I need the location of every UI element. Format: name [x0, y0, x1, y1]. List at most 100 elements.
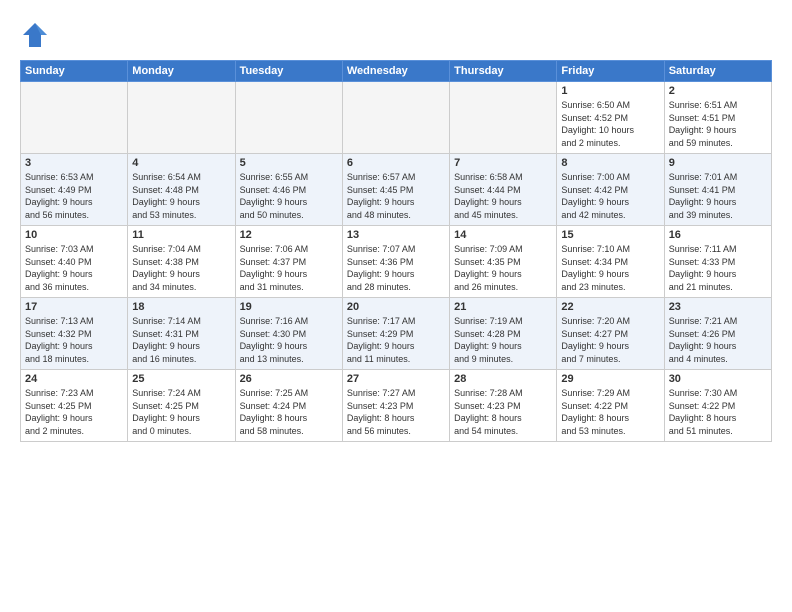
calendar-day-cell: 29 Sunrise: 7:29 AM Sunset: 4:22 PM Dayli… — [557, 370, 664, 442]
day-info: Sunrise: 7:19 AM Sunset: 4:28 PM Dayligh… — [454, 315, 552, 365]
calendar-day-cell: 19 Sunrise: 7:16 AM Sunset: 4:30 PM Dayli… — [235, 298, 342, 370]
calendar-day-cell: 8 Sunrise: 7:00 AM Sunset: 4:42 PM Daylig… — [557, 154, 664, 226]
day-number: 10 — [25, 229, 123, 241]
day-info: Sunrise: 7:24 AM Sunset: 4:25 PM Dayligh… — [132, 387, 230, 437]
day-number: 30 — [669, 373, 767, 385]
calendar-day-cell — [21, 82, 128, 154]
calendar-day-cell: 10 Sunrise: 7:03 AM Sunset: 4:40 PM Dayli… — [21, 226, 128, 298]
calendar-day-cell: 2 Sunrise: 6:51 AM Sunset: 4:51 PM Daylig… — [664, 82, 771, 154]
day-info: Sunrise: 7:07 AM Sunset: 4:36 PM Dayligh… — [347, 243, 445, 293]
calendar-day-cell: 6Sunrise: 6:57 AM Sunset: 4:45 PM Daylig… — [342, 154, 449, 226]
weekday-header-sunday: Sunday — [21, 61, 128, 82]
day-number: 1 — [561, 85, 659, 97]
calendar-day-cell: 25 Sunrise: 7:24 AM Sunset: 4:25 PM Dayli… — [128, 370, 235, 442]
calendar-week-row: 10 Sunrise: 7:03 AM Sunset: 4:40 PM Dayli… — [21, 226, 772, 298]
calendar-day-cell: 9 Sunrise: 7:01 AM Sunset: 4:41 PM Daylig… — [664, 154, 771, 226]
day-number: 26 — [240, 373, 338, 385]
calendar-table: SundayMondayTuesdayWednesdayThursdayFrid… — [20, 60, 772, 442]
day-info: Sunrise: 6:57 AM Sunset: 4:45 PM Dayligh… — [347, 171, 445, 221]
calendar-day-cell: 1Sunrise: 6:50 AM Sunset: 4:52 PM Daylig… — [557, 82, 664, 154]
day-info: Sunrise: 7:03 AM Sunset: 4:40 PM Dayligh… — [25, 243, 123, 293]
day-info: Sunrise: 7:09 AM Sunset: 4:35 PM Dayligh… — [454, 243, 552, 293]
day-number: 13 — [347, 229, 445, 241]
day-number: 9 — [669, 157, 767, 169]
calendar-day-cell: 26 Sunrise: 7:25 AM Sunset: 4:24 PM Dayli… — [235, 370, 342, 442]
logo-icon — [20, 20, 50, 50]
day-info: Sunrise: 7:10 AM Sunset: 4:34 PM Dayligh… — [561, 243, 659, 293]
day-info: Sunrise: 6:53 AM Sunset: 4:49 PM Dayligh… — [25, 171, 123, 221]
day-info: Sunrise: 7:14 AM Sunset: 4:31 PM Dayligh… — [132, 315, 230, 365]
calendar-day-cell: 11 Sunrise: 7:04 AM Sunset: 4:38 PM Dayli… — [128, 226, 235, 298]
calendar-day-cell: 23Sunrise: 7:21 AM Sunset: 4:26 PM Dayli… — [664, 298, 771, 370]
weekday-header-friday: Friday — [557, 61, 664, 82]
day-number: 5 — [240, 157, 338, 169]
day-number: 25 — [132, 373, 230, 385]
calendar-day-cell: 16Sunrise: 7:11 AM Sunset: 4:33 PM Dayli… — [664, 226, 771, 298]
calendar-week-row: 3Sunrise: 6:53 AM Sunset: 4:49 PM Daylig… — [21, 154, 772, 226]
page: SundayMondayTuesdayWednesdayThursdayFrid… — [0, 0, 792, 612]
weekday-header-thursday: Thursday — [450, 61, 557, 82]
day-info: Sunrise: 7:11 AM Sunset: 4:33 PM Dayligh… — [669, 243, 767, 293]
day-number: 20 — [347, 301, 445, 313]
logo — [20, 20, 54, 50]
calendar-day-cell: 27Sunrise: 7:27 AM Sunset: 4:23 PM Dayli… — [342, 370, 449, 442]
day-number: 15 — [561, 229, 659, 241]
day-info: Sunrise: 6:51 AM Sunset: 4:51 PM Dayligh… — [669, 99, 767, 149]
calendar-day-cell: 18 Sunrise: 7:14 AM Sunset: 4:31 PM Dayli… — [128, 298, 235, 370]
weekday-header-monday: Monday — [128, 61, 235, 82]
calendar-day-cell: 5Sunrise: 6:55 AM Sunset: 4:46 PM Daylig… — [235, 154, 342, 226]
day-number: 4 — [132, 157, 230, 169]
day-info: Sunrise: 6:54 AM Sunset: 4:48 PM Dayligh… — [132, 171, 230, 221]
calendar-week-row: 17 Sunrise: 7:13 AM Sunset: 4:32 PM Dayli… — [21, 298, 772, 370]
calendar-day-cell — [128, 82, 235, 154]
day-info: Sunrise: 6:58 AM Sunset: 4:44 PM Dayligh… — [454, 171, 552, 221]
day-number: 22 — [561, 301, 659, 313]
day-number: 23 — [669, 301, 767, 313]
day-info: Sunrise: 7:23 AM Sunset: 4:25 PM Dayligh… — [25, 387, 123, 437]
calendar-day-cell: 15 Sunrise: 7:10 AM Sunset: 4:34 PM Dayli… — [557, 226, 664, 298]
day-info: Sunrise: 7:30 AM Sunset: 4:22 PM Dayligh… — [669, 387, 767, 437]
calendar-day-cell: 21 Sunrise: 7:19 AM Sunset: 4:28 PM Dayli… — [450, 298, 557, 370]
weekday-header-wednesday: Wednesday — [342, 61, 449, 82]
day-info: Sunrise: 7:04 AM Sunset: 4:38 PM Dayligh… — [132, 243, 230, 293]
calendar-day-cell — [342, 82, 449, 154]
day-info: Sunrise: 7:16 AM Sunset: 4:30 PM Dayligh… — [240, 315, 338, 365]
day-info: Sunrise: 7:27 AM Sunset: 4:23 PM Dayligh… — [347, 387, 445, 437]
day-number: 14 — [454, 229, 552, 241]
calendar-day-cell — [450, 82, 557, 154]
day-number: 7 — [454, 157, 552, 169]
weekday-header-tuesday: Tuesday — [235, 61, 342, 82]
calendar-day-cell: 3Sunrise: 6:53 AM Sunset: 4:49 PM Daylig… — [21, 154, 128, 226]
day-info: Sunrise: 7:20 AM Sunset: 4:27 PM Dayligh… — [561, 315, 659, 365]
weekday-header-saturday: Saturday — [664, 61, 771, 82]
calendar-day-cell: 22 Sunrise: 7:20 AM Sunset: 4:27 PM Dayli… — [557, 298, 664, 370]
day-number: 2 — [669, 85, 767, 97]
weekday-header-row: SundayMondayTuesdayWednesdayThursdayFrid… — [21, 61, 772, 82]
calendar-day-cell: 7 Sunrise: 6:58 AM Sunset: 4:44 PM Daylig… — [450, 154, 557, 226]
calendar-day-cell: 24Sunrise: 7:23 AM Sunset: 4:25 PM Dayli… — [21, 370, 128, 442]
day-number: 18 — [132, 301, 230, 313]
day-number: 28 — [454, 373, 552, 385]
calendar-day-cell: 14 Sunrise: 7:09 AM Sunset: 4:35 PM Dayli… — [450, 226, 557, 298]
day-info: Sunrise: 7:13 AM Sunset: 4:32 PM Dayligh… — [25, 315, 123, 365]
calendar-day-cell: 30 Sunrise: 7:30 AM Sunset: 4:22 PM Dayli… — [664, 370, 771, 442]
calendar-day-cell: 12Sunrise: 7:06 AM Sunset: 4:37 PM Dayli… — [235, 226, 342, 298]
calendar-week-row: 24Sunrise: 7:23 AM Sunset: 4:25 PM Dayli… — [21, 370, 772, 442]
day-number: 8 — [561, 157, 659, 169]
day-info: Sunrise: 7:01 AM Sunset: 4:41 PM Dayligh… — [669, 171, 767, 221]
header — [20, 20, 772, 50]
calendar-week-row: 1Sunrise: 6:50 AM Sunset: 4:52 PM Daylig… — [21, 82, 772, 154]
day-info: Sunrise: 7:29 AM Sunset: 4:22 PM Dayligh… — [561, 387, 659, 437]
calendar-day-cell: 28Sunrise: 7:28 AM Sunset: 4:23 PM Dayli… — [450, 370, 557, 442]
calendar-day-cell: 20Sunrise: 7:17 AM Sunset: 4:29 PM Dayli… — [342, 298, 449, 370]
day-number: 17 — [25, 301, 123, 313]
day-number: 21 — [454, 301, 552, 313]
day-number: 29 — [561, 373, 659, 385]
calendar-day-cell: 17 Sunrise: 7:13 AM Sunset: 4:32 PM Dayli… — [21, 298, 128, 370]
day-info: Sunrise: 7:25 AM Sunset: 4:24 PM Dayligh… — [240, 387, 338, 437]
day-info: Sunrise: 7:06 AM Sunset: 4:37 PM Dayligh… — [240, 243, 338, 293]
day-info: Sunrise: 7:00 AM Sunset: 4:42 PM Dayligh… — [561, 171, 659, 221]
calendar-day-cell: 13 Sunrise: 7:07 AM Sunset: 4:36 PM Dayli… — [342, 226, 449, 298]
day-number: 11 — [132, 229, 230, 241]
day-number: 19 — [240, 301, 338, 313]
